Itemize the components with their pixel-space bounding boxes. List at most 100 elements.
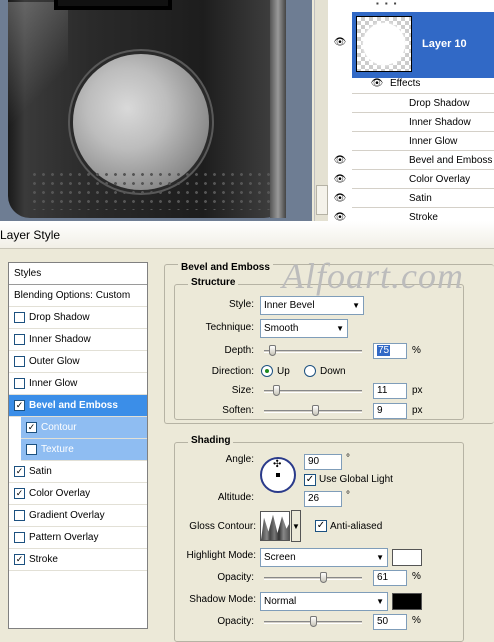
- style-checkbox[interactable]: [26, 444, 37, 455]
- anti-aliased-checkbox[interactable]: ✓: [315, 520, 327, 532]
- depth-slider-thumb[interactable]: [268, 345, 276, 356]
- shadow-opacity-input[interactable]: 50: [373, 614, 407, 630]
- dial-center-icon: [276, 473, 280, 477]
- chevron-down-icon: ▼: [376, 597, 384, 606]
- size-input[interactable]: 11: [373, 383, 407, 399]
- angle-unit: °: [346, 453, 350, 464]
- style-checkbox[interactable]: [14, 378, 25, 389]
- style-checkbox[interactable]: [14, 510, 25, 521]
- effect-eye-icon[interactable]: 👁: [328, 189, 352, 208]
- highlight-mode-dropdown[interactable]: Screen ▼: [260, 548, 388, 567]
- depth-slider-track[interactable]: [264, 350, 362, 353]
- style-item[interactable]: ✓ Bevel and Emboss: [9, 395, 147, 417]
- angle-input[interactable]: 90: [304, 454, 342, 470]
- effect-eye-icon[interactable]: 👁: [328, 151, 352, 170]
- dialog-titlebar[interactable]: Layer Style: [0, 221, 494, 249]
- chevron-down-icon: ▼: [352, 301, 360, 310]
- angle-value: 90: [308, 456, 320, 467]
- style-checkbox[interactable]: ✓: [14, 400, 25, 411]
- effects-eye-icon[interactable]: 👁: [370, 74, 384, 93]
- use-global-light-checkbox[interactable]: ✓: [304, 474, 316, 486]
- style-item[interactable]: Gradient Overlay: [9, 505, 147, 527]
- use-global-light-label: Use Global Light: [319, 474, 393, 485]
- anti-aliased-label: Anti-aliased: [330, 521, 383, 532]
- direction-up-radio[interactable]: [261, 365, 273, 377]
- styles-header-label: Styles: [14, 268, 42, 279]
- shading-title: Shading: [188, 435, 234, 446]
- altitude-input[interactable]: 26: [304, 491, 342, 507]
- effect-row[interactable]: 👁 Color Overlay: [334, 169, 494, 188]
- depth-input[interactable]: 75: [373, 343, 407, 359]
- style-checkbox[interactable]: [14, 532, 25, 543]
- chevron-down-icon: ▼: [336, 324, 344, 333]
- shadow-mode-dropdown[interactable]: Normal ▼: [260, 592, 388, 611]
- effect-row[interactable]: Drop Shadow: [352, 93, 494, 112]
- angle-dial[interactable]: ✣: [260, 457, 296, 493]
- styles-header[interactable]: Styles: [9, 263, 147, 285]
- effect-row[interactable]: Inner Shadow: [352, 112, 494, 131]
- effect-row[interactable]: Inner Glow: [352, 131, 494, 150]
- highlight-opacity-input[interactable]: 61: [373, 570, 407, 586]
- direction-down-radio[interactable]: [304, 365, 316, 377]
- highlight-color-swatch[interactable]: [392, 549, 422, 566]
- style-item[interactable]: Drop Shadow: [9, 307, 147, 329]
- style-checkbox[interactable]: ✓: [26, 422, 37, 433]
- style-item-label: Drop Shadow: [29, 312, 90, 323]
- layer-visibility-eye-icon[interactable]: 👁: [328, 33, 352, 52]
- style-item-label: Bevel and Emboss: [29, 400, 118, 411]
- effects-row[interactable]: 👁 Effects: [352, 74, 494, 93]
- shadow-opacity-label: Opacity:: [217, 616, 254, 627]
- bevel-emboss-panel: Bevel and Emboss Structure Style: Inner …: [164, 262, 494, 642]
- gloss-contour-dropdown[interactable]: ▼: [291, 510, 301, 542]
- technique-value: Smooth: [264, 323, 299, 334]
- style-dropdown[interactable]: Inner Bevel ▼: [260, 296, 364, 315]
- layer-row-layer-10[interactable]: Layer 10: [352, 12, 494, 78]
- soften-slider-thumb[interactable]: [311, 405, 319, 416]
- style-checkbox[interactable]: [14, 356, 25, 367]
- layer-thumbnail-circle: [363, 23, 405, 65]
- highlight-opacity-track[interactable]: [264, 577, 362, 580]
- document-canvas[interactable]: [0, 0, 312, 221]
- style-checkbox[interactable]: [14, 312, 25, 323]
- style-item[interactable]: Inner Glow: [9, 373, 147, 395]
- technique-dropdown[interactable]: Smooth ▼: [260, 319, 348, 338]
- style-item[interactable]: ✓ Contour: [21, 417, 147, 439]
- style-item[interactable]: ✓ Satin: [9, 461, 147, 483]
- blending-options-row[interactable]: Blending Options: Custom: [9, 285, 147, 307]
- blending-options-label: Blending Options: Custom: [14, 290, 131, 301]
- highlight-opacity-thumb[interactable]: [320, 572, 328, 583]
- gloss-contour-picker[interactable]: [260, 511, 290, 541]
- style-item-label: Contour: [41, 422, 77, 433]
- dialog-title: Layer Style: [0, 228, 61, 242]
- style-item[interactable]: ✓ Color Overlay: [9, 483, 147, 505]
- effect-label: Inner Glow: [409, 136, 458, 147]
- style-item[interactable]: Pattern Overlay: [9, 527, 147, 549]
- style-checkbox[interactable]: ✓: [14, 554, 25, 565]
- style-item[interactable]: ✓ Stroke: [9, 549, 147, 571]
- effect-row[interactable]: 👁 Satin: [334, 188, 494, 207]
- style-checkbox[interactable]: ✓: [14, 488, 25, 499]
- structure-title: Structure: [188, 277, 239, 288]
- layer-name: Layer 10: [422, 38, 467, 50]
- style-checkbox[interactable]: ✓: [14, 466, 25, 477]
- style-checkbox[interactable]: [14, 334, 25, 345]
- effect-label: Satin: [409, 193, 432, 204]
- canvas-scroll-thumb[interactable]: [316, 185, 328, 215]
- soften-value: 9: [377, 405, 383, 416]
- style-item[interactable]: Outer Glow: [9, 351, 147, 373]
- shadow-opacity-unit: %: [412, 615, 421, 626]
- canvas-scrollbar[interactable]: [314, 0, 328, 221]
- shadow-color-swatch[interactable]: [392, 593, 422, 610]
- effect-row[interactable]: 👁 Bevel and Emboss: [334, 150, 494, 169]
- phone-highlight: [8, 2, 68, 152]
- shadow-opacity-value: 50: [377, 616, 389, 627]
- style-item[interactable]: Texture: [21, 439, 147, 461]
- bevel-emboss-title: Bevel and Emboss: [178, 262, 273, 273]
- style-item-label: Inner Shadow: [29, 334, 91, 345]
- effect-eye-icon[interactable]: 👁: [328, 170, 352, 189]
- soften-input[interactable]: 9: [373, 403, 407, 419]
- watermark: Alfoart.com: [282, 256, 464, 296]
- shadow-opacity-thumb[interactable]: [310, 616, 317, 627]
- style-item[interactable]: Inner Shadow: [9, 329, 147, 351]
- size-slider-thumb[interactable]: [273, 385, 281, 396]
